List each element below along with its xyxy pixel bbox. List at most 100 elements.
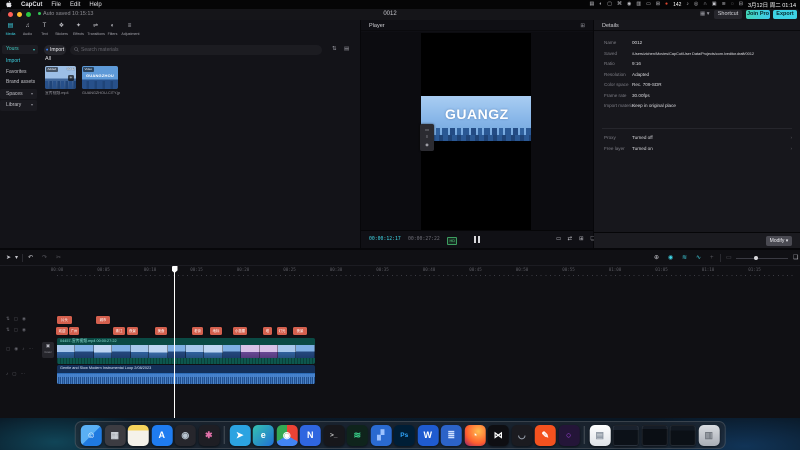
text-clip[interactable]: 塔 xyxy=(263,327,272,335)
dock-document-file[interactable]: ▤ xyxy=(589,425,610,446)
record-voiceover-icon[interactable]: ⊕ xyxy=(654,254,659,262)
track-control-icon[interactable]: ⇅ xyxy=(6,316,10,322)
palette-icon-2[interactable]: ≡ xyxy=(426,135,428,139)
stat-counter[interactable]: 142 xyxy=(673,2,681,8)
auto-snap-icon[interactable]: ≋ xyxy=(682,254,687,262)
text-clip[interactable]: 老街 xyxy=(192,327,203,335)
add-marker-icon[interactable]: + xyxy=(710,254,714,262)
undo-icon[interactable]: ↶ xyxy=(28,254,33,262)
split-icon[interactable]: ✂ xyxy=(56,254,61,262)
zoom-window-button[interactable] xyxy=(26,12,31,17)
media-source-dropdown[interactable]: Yours▾ xyxy=(2,45,38,54)
dock-word[interactable]: W xyxy=(417,425,438,446)
dock-firefox[interactable]: ◔ xyxy=(464,425,485,446)
menu-help[interactable]: Help xyxy=(89,2,101,8)
tab-adjustment[interactable]: ≡Adjustment xyxy=(121,20,138,43)
tab-audio[interactable]: ♫Audio xyxy=(19,20,36,43)
sort-icon[interactable]: ⇅ xyxy=(332,46,337,52)
users-icon[interactable]: ∩ xyxy=(703,0,707,9)
dock-window-preview-1[interactable] xyxy=(613,425,639,446)
music-icon[interactable]: ♪ xyxy=(686,0,689,9)
link-preview-icon[interactable]: ∿ xyxy=(696,254,701,262)
track-control-icon[interactable]: ♪ xyxy=(22,346,24,352)
sidebar-item-spaces[interactable]: Spaces▾ xyxy=(0,89,37,100)
tab-media[interactable]: ▤Media xyxy=(2,20,19,43)
menu-file[interactable]: File xyxy=(51,2,61,8)
dock-window-preview-2[interactable] xyxy=(641,425,667,446)
menubar-clock[interactable]: 3月12日 周二 01:14 xyxy=(748,1,796,9)
track-control-icon[interactable]: ▢ xyxy=(14,327,18,333)
sidebar-item-library[interactable]: Library▾ xyxy=(0,100,37,111)
tab-effects[interactable]: ✦Effects xyxy=(70,20,87,43)
dock-pen-app[interactable]: ✎ xyxy=(535,425,556,446)
modify-button[interactable]: Modify ▾ xyxy=(766,236,792,246)
pause-button[interactable] xyxy=(473,236,481,243)
alert-badge-icon[interactable]: ● xyxy=(665,0,668,9)
grid-icon[interactable]: ⊞ xyxy=(656,0,660,9)
view-mode-icon[interactable]: ▤ xyxy=(344,46,349,52)
text-clip[interactable]: 城市 xyxy=(96,316,110,324)
palette-icon-1[interactable]: ▭ xyxy=(425,128,429,132)
dock-blue-wave-app[interactable]: N xyxy=(300,425,321,446)
search-box[interactable] xyxy=(70,45,322,55)
dock-trash[interactable]: ▥ xyxy=(698,425,719,446)
tab-filters[interactable]: ◐Filters xyxy=(104,20,121,43)
dock-finder[interactable]: ☺ xyxy=(81,425,102,446)
command-icon[interactable]: ⌘ xyxy=(617,0,622,9)
sidebar-item-favorites[interactable]: Favorites xyxy=(0,67,40,78)
track-control-icon[interactable]: ⋯ xyxy=(21,371,26,377)
tab-text[interactable]: TText xyxy=(36,20,53,43)
accessibility-icon[interactable]: ◎ xyxy=(694,0,698,9)
details-toggle-free-layer[interactable]: Free layerTurned on› xyxy=(594,144,800,155)
track-control-icon[interactable]: ◉ xyxy=(22,327,26,333)
camera-icon[interactable]: ◉ xyxy=(627,0,631,9)
quality-badge[interactable]: HD xyxy=(447,237,457,245)
text-clip[interactable]: 广州 xyxy=(69,327,79,335)
dock-photo-app[interactable]: ✱ xyxy=(198,425,219,446)
sidebar-item-import[interactable]: Import xyxy=(0,56,40,67)
input-source-icon[interactable]: ▤ xyxy=(589,0,594,9)
track-control-icon[interactable]: ▢ xyxy=(6,346,10,352)
track-control-icon[interactable]: ▢ xyxy=(12,371,16,377)
dock-telegram[interactable]: ➤ xyxy=(229,425,250,446)
text-clip[interactable]: 夜景 xyxy=(127,327,138,335)
text-clip[interactable]: 珠江 xyxy=(113,327,125,335)
cover-button[interactable]: ▣ Cover xyxy=(42,342,54,358)
dock-tiles-app[interactable]: ▞ xyxy=(370,425,391,446)
dock-terminal[interactable]: >_ xyxy=(323,425,344,446)
playhead-line[interactable] xyxy=(174,266,175,418)
ratio-icon[interactable]: ▭ xyxy=(556,236,561,242)
media-thumbnail[interactable]: Added00:42+ xyxy=(45,66,76,89)
notes-icon[interactable]: ▥ xyxy=(636,0,641,9)
search-icon[interactable]: ◌ xyxy=(731,0,734,9)
dock-touch-id[interactable]: ◉ xyxy=(175,425,196,446)
media-item[interactable]: GUANGZHOUVideoGUANGZHOU-CITY.jpg xyxy=(82,66,120,96)
timeline-ruler[interactable]: 00:0000:0500:1000:1500:2000:2500:3000:35… xyxy=(0,267,800,273)
tab-stickers[interactable]: ❖Stickers xyxy=(53,20,70,43)
dock-app-store[interactable]: A xyxy=(151,425,172,446)
dock-capcut[interactable]: ⋈ xyxy=(488,425,509,446)
video-preview[interactable]: GUANGZ xyxy=(421,33,531,231)
track-control-icon[interactable]: ♪ xyxy=(6,371,8,377)
dock-photoshop[interactable]: Ps xyxy=(394,425,415,446)
media-item[interactable]: Added00:42+宣传视频.mp4 xyxy=(45,66,76,96)
text-clip[interactable]: 夜景 xyxy=(293,327,307,335)
track-control-icon[interactable]: ◉ xyxy=(14,346,18,352)
media-thumbnail[interactable]: GUANGZHOUVideo xyxy=(82,66,118,89)
track-control-icon[interactable]: ⇅ xyxy=(6,327,10,333)
player-settings-icon[interactable]: ⊞ xyxy=(580,23,585,29)
wifi-icon[interactable]: ≋ xyxy=(722,0,726,9)
track-control-icon[interactable]: ▢ xyxy=(14,316,18,322)
dock-dark-app[interactable]: ◡ xyxy=(511,425,532,446)
minimize-window-button[interactable] xyxy=(17,12,22,17)
sidebar-item-brand-assets[interactable]: Brand assets xyxy=(0,77,40,88)
close-window-button[interactable] xyxy=(8,12,13,17)
timeline-zoom-slider[interactable] xyxy=(736,258,788,259)
join-pro-button[interactable]: Join Pro xyxy=(746,10,770,19)
select-tool-icon[interactable]: ➤ xyxy=(6,254,11,262)
dock-leaf-app[interactable]: ≋ xyxy=(347,425,368,446)
menu-capcut[interactable]: CapCut xyxy=(21,2,42,8)
tool-dropdown-icon[interactable]: ▾ xyxy=(15,254,18,262)
battery-icon[interactable]: ▭ xyxy=(646,0,651,9)
export-button[interactable]: Export xyxy=(773,10,797,19)
